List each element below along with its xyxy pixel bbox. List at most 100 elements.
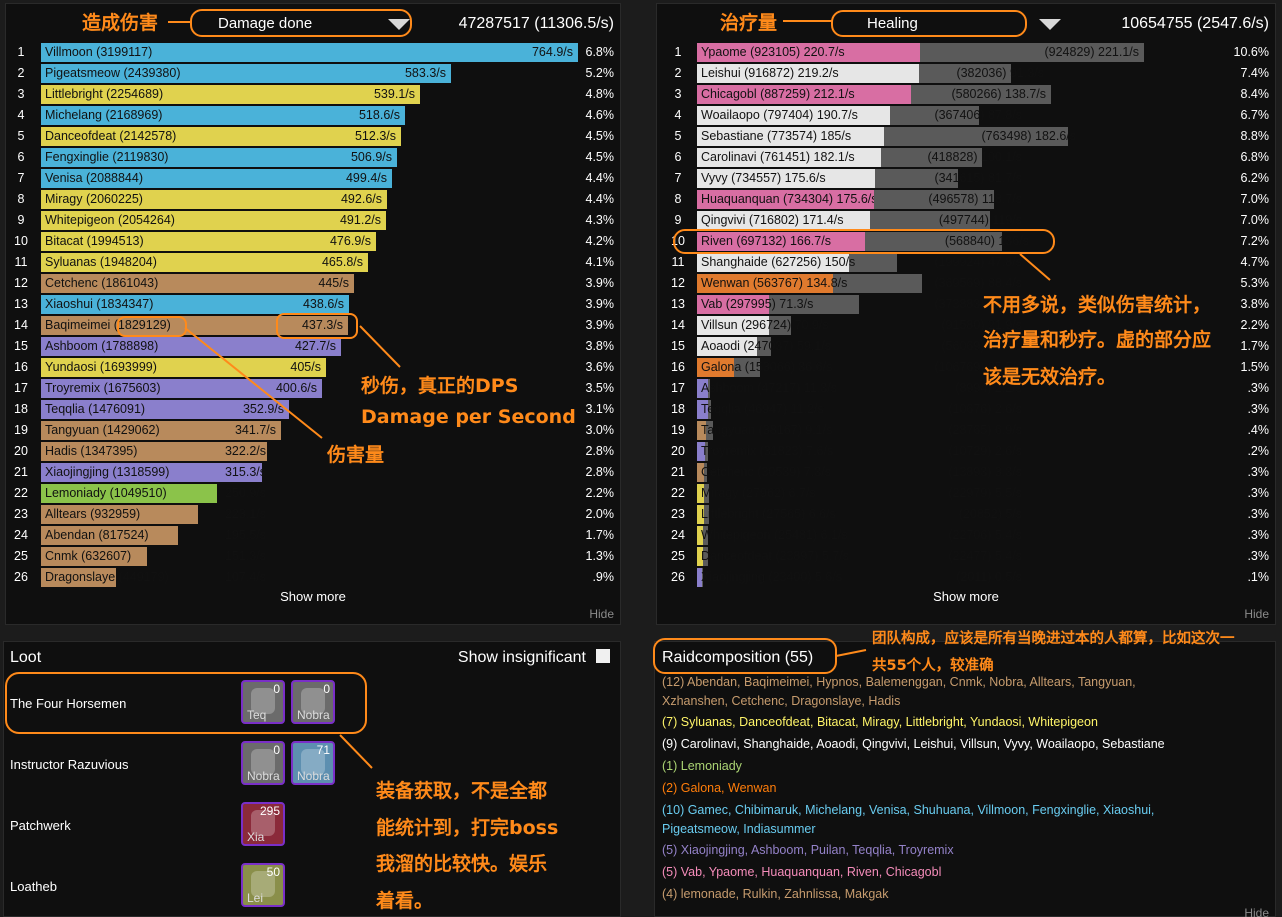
damage-percent: 2.8%	[585, 465, 615, 479]
healing-bar-text: Woailaopo (797404) 190.7/s	[697, 106, 890, 125]
damage-percent: 4.5%	[585, 150, 615, 164]
damage-percent: 3.9%	[585, 276, 615, 290]
annotation-loot-note-4: 着看。	[376, 890, 434, 912]
raid-class-line: (4) lemonade, Rulkin, Zahnlissa, Makgak	[662, 887, 889, 901]
damage-row[interactable]: 11 Syluanas (1948204) 465.8/s 4.1%	[6, 252, 620, 273]
show-insignificant-toggle[interactable]: Show insignificant	[458, 649, 610, 667]
show-insignificant-checkbox[interactable]	[596, 649, 610, 663]
damage-rank: 26	[14, 570, 28, 584]
loot-item[interactable]: 295 Xia	[241, 802, 285, 846]
healing-row[interactable]: 22 Miragy (27962) 6.7/s (22979) 5.5/s .3%	[657, 483, 1275, 504]
healing-player-name: Woailaopo (797404) 190.7/s	[701, 108, 858, 122]
damage-row[interactable]: 6 Fengxinglie (2119830) 506.9/s 4.5%	[6, 147, 620, 168]
damage-row[interactable]: 5 Danceofdeat (2142578) 512.3/s 4.5%	[6, 126, 620, 147]
damage-percent: 2.8%	[585, 444, 615, 458]
healing-row[interactable]: 7 Vyvy (734557) 175.6/s (341615) 81.7/s 6.2…	[657, 168, 1275, 189]
damage-percent: 4.8%	[585, 87, 615, 101]
healing-rank: 22	[671, 486, 685, 500]
item-winner: Nobra	[247, 769, 280, 783]
raid-class-line: (5) Vab, Ypaome, Huaquanquan, Riven, Chi…	[662, 865, 942, 879]
healing-show-more-button[interactable]: Show more	[657, 589, 1275, 604]
healing-row[interactable]: 1 Ypaome (923105) 220.7/s (924829) 221.1/s…	[657, 42, 1275, 63]
item-count: 295	[259, 804, 280, 818]
healing-row[interactable]: 24 Whitepigeon (25481) 6.1/s (22706) 5.4/s…	[657, 525, 1275, 546]
healing-rank: 11	[671, 255, 685, 269]
healing-row[interactable]: 11 Shanghaide (627256) 150/s (199924) 47.8…	[657, 252, 1275, 273]
loot-item[interactable]: 71 Nobra	[291, 741, 335, 785]
damage-row[interactable]: 15 Ashboom (1788898) 427.7/s 3.8%	[6, 336, 620, 357]
healing-rank: 21	[671, 465, 685, 479]
damage-row[interactable]: 1 Villmoon (3199117) 764.9/s 6.8%	[6, 42, 620, 63]
damage-show-more-button[interactable]: Show more	[6, 589, 620, 604]
damage-row[interactable]: 23 Alltears (932959) 223.1/s 2.0%	[6, 504, 620, 525]
damage-player-name: Xiaoshui (1834347)	[45, 297, 154, 311]
healing-row[interactable]: 6 Carolinavi (761451) 182.1/s (418828) 100…	[657, 147, 1275, 168]
damage-row[interactable]: 7 Venisa (2088844) 499.4/s 4.4%	[6, 168, 620, 189]
healing-percent: .4%	[1247, 423, 1269, 437]
damage-percent: 3.9%	[585, 318, 615, 332]
four-horsemen-highlight	[5, 672, 367, 734]
healing-row[interactable]: 19 Tangyuan (38167) 9.1/s (28765) 6.9/s .4%	[657, 420, 1275, 441]
damage-row[interactable]: 13 Xiaoshui (1834347) 438.6/s 3.9%	[6, 294, 620, 315]
damage-row[interactable]: 9 Whitepigeon (2054264) 491.2/s 4.3%	[6, 210, 620, 231]
damage-row[interactable]: 25 Cnmk (632607) 151.3/s 1.3%	[6, 546, 620, 567]
healing-player-name: Littlebright (27565) 6.6/s	[701, 507, 836, 521]
damage-row[interactable]: 20 Hadis (1347395) 322.2/s 2.8%	[6, 441, 620, 462]
damage-rank: 16	[14, 360, 28, 374]
damage-bar-text: Yundaosi (1693999) 405/s	[41, 358, 326, 377]
damage-row[interactable]: 22 Lemoniady (1049510) 250.9/s 2.2%	[6, 483, 620, 504]
damage-row[interactable]: 26 Dragonslaye (449179) 107.4/s .9%	[6, 567, 620, 588]
healing-row[interactable]: 5 Sebastiane (773574) 185/s (763498) 182.6…	[657, 126, 1275, 147]
healing-row[interactable]: 25 Danceofdeat (23897) 5.7/s (22477) 5.4/s…	[657, 546, 1275, 567]
damage-row[interactable]: 3 Littlebright (2254689) 539.1/s 4.8%	[6, 84, 620, 105]
damage-percent: 3.9%	[585, 297, 615, 311]
loot-item[interactable]: 50 Lei	[241, 863, 285, 907]
damage-bar-text: Troyremix (1675603) 400.6/s	[41, 379, 322, 398]
healing-row[interactable]: 4 Woailaopo (797404) 190.7/s (367406) 87.8…	[657, 105, 1275, 126]
healing-row[interactable]: 17 Ashboom (47217) 11.3/s (8994) 2.2/s .3%	[657, 378, 1275, 399]
raid-hide-button[interactable]: Hide	[1244, 906, 1269, 917]
damage-row[interactable]: 24 Abendan (817524) 195.5/s 1.7%	[6, 525, 620, 546]
healing-row[interactable]: 3 Chicagobl (887259) 212.1/s (580266) 138.…	[657, 84, 1275, 105]
healing-player-name: Tangyuan (38167) 9.1/s	[701, 423, 833, 437]
healing-rank: 1	[674, 45, 682, 59]
damage-dps: 764.9/s	[531, 45, 573, 59]
damage-rank: 25	[14, 549, 28, 563]
damage-player-name: Pigeatsmeow (2439380)	[45, 66, 181, 80]
healing-row[interactable]: 18 Teqqlia (46947) 11.2/s (10676) 2.6/s .3%	[657, 399, 1275, 420]
healing-bar-text: Vyvy (734557) 175.6/s	[697, 169, 875, 188]
damage-dps: 341.7/s	[234, 423, 276, 437]
damage-bar-text: Syluanas (1948204) 465.8/s	[41, 253, 368, 272]
overheal-value: (418828) 100.1/s	[927, 150, 1022, 164]
damage-hide-button[interactable]: Hide	[589, 607, 614, 621]
damage-row[interactable]: 12 Cetchenc (1861043) 445/s 3.9%	[6, 273, 620, 294]
healing-percent: .3%	[1247, 549, 1269, 563]
damage-dps: 506.9/s	[350, 150, 392, 164]
loot-item[interactable]: 0 Nobra	[241, 741, 285, 785]
damage-row[interactable]: 4 Michelang (2168969) 518.6/s 4.6%	[6, 105, 620, 126]
healing-row[interactable]: 21 Cetchenc (30539) 7.3/s (13893) 3.3/s .3%	[657, 462, 1275, 483]
damage-dps: 107.4/s	[224, 570, 266, 584]
healing-row[interactable]: 16 Galona (153066) 36.6/s (106769) 25.5/s 1…	[657, 357, 1275, 378]
damage-row[interactable]: 2 Pigeatsmeow (2439380) 583.3/s 5.2%	[6, 63, 620, 84]
healing-rank: 6	[674, 150, 682, 164]
healing-row[interactable]: 20 Troyremix (31823) 7.6/s (10729) 2.6/s .2…	[657, 441, 1275, 462]
damage-rank: 15	[14, 339, 28, 353]
overheal-bar-text: (20852) 5/s	[897, 505, 1027, 524]
damage-percent: 1.7%	[585, 528, 615, 542]
healing-row[interactable]: 9 Qingvivi (716802) 171.4/s (497744) 119/s…	[657, 210, 1275, 231]
damage-row[interactable]: 16 Yundaosi (1693999) 405/s 3.6%	[6, 357, 620, 378]
healing-percent: 5.3%	[1240, 276, 1270, 290]
healing-rank: 4	[674, 108, 682, 122]
healing-row[interactable]: 23 Littlebright (27565) 6.6/s (20852) 5/s.…	[657, 504, 1275, 525]
healing-row[interactable]: 26 Xiaojingjing (23400) 5.6/s (2011) 0.5/s…	[657, 567, 1275, 588]
damage-row[interactable]: 17 Troyremix (1675603) 400.6/s 3.5%	[6, 378, 620, 399]
healing-row[interactable]: 8 Huaquanquan (734304) 175.6/s (496578) 11…	[657, 189, 1275, 210]
healing-row[interactable]: 2 Leishui (916872) 219.2/s (382036) 91.3/s…	[657, 63, 1275, 84]
damage-row[interactable]: 21 Xiaojingjing (1318599) 315.3/s 2.8%	[6, 462, 620, 483]
damage-row[interactable]: 8 Miragy (2060225) 492.6/s 4.4%	[6, 189, 620, 210]
damage-row[interactable]: 10 Bitacat (1994513) 476.9/s 4.2%	[6, 231, 620, 252]
healing-hide-button[interactable]: Hide	[1244, 607, 1269, 621]
healing-percent: 7.0%	[1240, 213, 1270, 227]
healing-percent: 2.2%	[1240, 318, 1270, 332]
